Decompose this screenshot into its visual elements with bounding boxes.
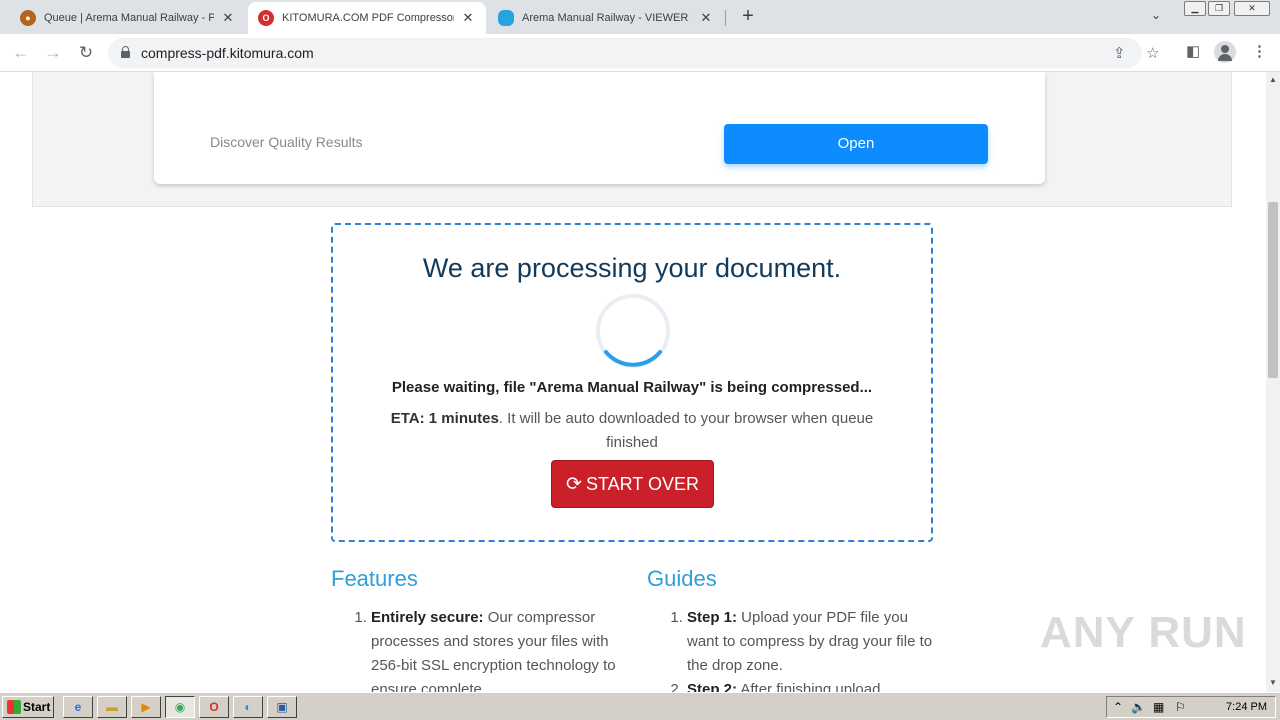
item-bold: Step 1: [687,609,738,626]
scroll-down-icon[interactable]: ▼ [1269,678,1277,687]
close-icon[interactable]: ✕ [220,10,236,26]
scroll-up-icon[interactable]: ▲ [1269,75,1277,84]
processing-panel: We are processing your document. Please … [331,223,933,542]
side-panel-icon[interactable]: ◧ [1186,42,1200,60]
guides-heading: Guides [647,566,717,591]
edge-icon[interactable]: ◐ [233,696,263,718]
start-over-label: START OVER [585,473,699,494]
ie-icon[interactable]: e [63,696,93,718]
start-button[interactable]: Start [2,696,54,718]
tab-title: Queue | Arema Manual Railway - PDF [44,12,214,24]
eta-description: . It will be auto downloaded to your bro… [498,410,874,451]
back-arrow-icon[interactable]: ← [9,41,33,65]
address-bar[interactable]: compress-pdf.kitomura.com ⇪ ☆ [108,38,1159,68]
share-icon[interactable]: ⇪ [1113,44,1126,62]
start-over-button[interactable]: ⟳ START OVER [551,460,714,508]
list-item: Entirely secure: Our compressor processe… [371,606,631,692]
reload-icon[interactable]: ↻ [74,41,98,65]
tab-title: KITOMURA.COM PDF Compressor O [282,12,454,24]
item-text: After finishing upload [737,681,881,692]
chrome-icon[interactable]: ◉ [165,696,195,718]
menu-kebab-icon[interactable]: ⋮ [1252,42,1267,60]
tab-kitomura[interactable]: O KITOMURA.COM PDF Compressor O ✕ [248,2,486,34]
tray-expand-icon[interactable]: ⌃ [1113,700,1123,714]
system-tray: ⌃ 🔈 ▦ ⚐ 7:24 PM [1106,696,1276,718]
discover-label: Discover Quality Results [210,134,363,150]
anyrun-watermark: ANY RUN [1040,608,1247,657]
page-content: Discover Quality Results Open We are pro… [0,72,1266,692]
close-icon[interactable]: ✕ [460,10,476,26]
windows-flag-icon [7,700,21,714]
volume-icon[interactable]: 🔈 [1131,700,1146,714]
flag-icon[interactable]: ⚐ [1175,700,1186,714]
guides-list: Step 1: Upload your PDF file you want to… [687,606,937,692]
cloud-favicon-icon [498,10,514,26]
features-heading: Features [331,566,418,591]
tab-separator [725,10,726,26]
windows-taskbar: Start e ▬ ▶ ◉ O ◐ ▣ ⌃ 🔈 ▦ ⚐ 7:24 PM [0,692,1280,720]
browser-toolbar: ← → ↻ compress-pdf.kitomura.com ⇪ ☆ ◧ ⋮ [0,34,1280,72]
restore-icon[interactable]: ❐ [1208,1,1230,16]
list-item: Step 1: Upload your PDF file you want to… [687,606,937,678]
minimize-icon[interactable]: ▁ [1184,1,1206,16]
processing-message: Please waiting, file "Arema Manual Railw… [391,379,873,396]
processing-title: We are processing your document. [422,253,842,283]
features-list: Entirely secure: Our compressor processe… [371,606,631,692]
url-text: compress-pdf.kitomura.com [141,45,314,61]
tab-search-chevron-icon[interactable]: ⌄ [1151,8,1161,22]
lock-icon [121,46,130,58]
network-icon[interactable]: ▦ [1153,700,1164,714]
item-bold: Entirely secure: [371,609,484,626]
scrollbar-thumb[interactable] [1268,202,1278,378]
queue-favicon-icon: ● [20,10,36,26]
tab-viewer[interactable]: Arema Manual Railway - VIEWER XD ✕ [488,2,724,34]
kitomura-favicon-icon: O [258,10,274,26]
profile-avatar-icon[interactable] [1214,41,1236,63]
eta-text: ETA: 1 minutes. It will be auto download… [373,407,891,455]
list-item: Step 2: After finishing upload [687,678,937,692]
folder-icon[interactable]: ▬ [97,696,127,718]
features-section: Features Entirely secure: Our compressor… [331,566,631,692]
forward-arrow-icon[interactable]: → [41,41,65,65]
bookmark-star-icon[interactable]: ☆ [1146,44,1159,62]
guides-section: Guides Step 1: Upload your PDF file you … [647,566,937,692]
loading-spinner-icon [596,294,670,368]
window-app-icon[interactable]: ▣ [267,696,297,718]
clock: 7:24 PM [1226,701,1267,713]
window-close-icon[interactable]: ✕ [1234,1,1270,16]
tab-queue[interactable]: ● Queue | Arema Manual Railway - PDF ✕ [10,2,246,34]
opera-icon[interactable]: O [199,696,229,718]
open-button[interactable]: Open [724,124,988,164]
result-card: Discover Quality Results Open [154,72,1045,184]
refresh-icon: ⟳ [566,473,582,495]
media-player-icon[interactable]: ▶ [131,696,161,718]
tab-title: Arema Manual Railway - VIEWER XD [522,12,692,24]
start-label: Start [23,700,51,714]
new-tab-button[interactable]: + [736,5,760,29]
item-bold: Step 2: [687,681,738,692]
tab-strip: ● Queue | Arema Manual Railway - PDF ✕ O… [0,0,1280,34]
page-scrollbar[interactable]: ▲ ▼ [1266,72,1280,692]
close-icon[interactable]: ✕ [698,10,714,26]
eta-label: ETA: 1 minutes [390,410,499,427]
